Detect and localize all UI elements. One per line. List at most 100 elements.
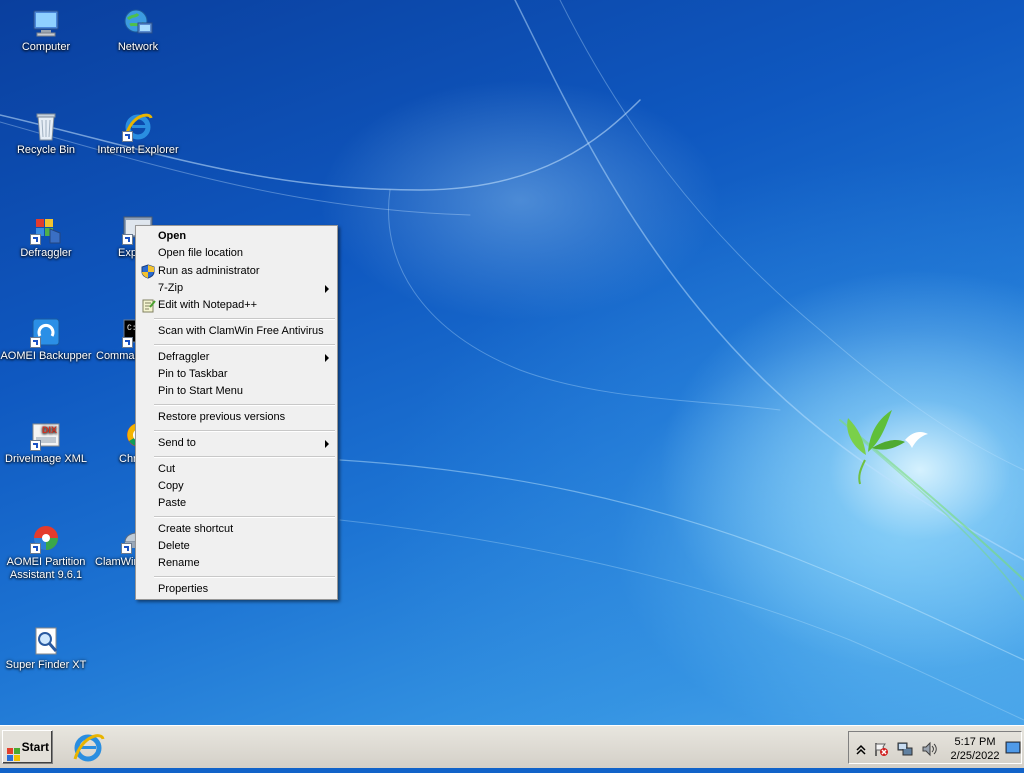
show-desktop-icon[interactable] — [1005, 740, 1021, 756]
internet-explorer-icon — [122, 110, 154, 142]
network-icon[interactable] — [897, 741, 913, 757]
menu-item-label: Pin to Start Menu — [158, 385, 243, 397]
menu-item-open-file-location[interactable]: Open file location — [138, 245, 335, 262]
menu-item-scan-clamwin[interactable]: Scan with ClamWin Free Antivirus — [138, 323, 335, 340]
icon-label: Network — [117, 41, 159, 53]
start-label: Start — [21, 740, 49, 754]
menu-item-label: Properties — [158, 583, 209, 595]
desktop-icon-driveimage-xml[interactable]: DIX DriveImage XML — [0, 419, 92, 466]
menu-item-properties[interactable]: Properties — [138, 581, 335, 598]
super-finder-icon — [30, 625, 62, 657]
internet-explorer-icon — [73, 734, 105, 762]
shortcut-arrow-icon — [30, 234, 41, 245]
menu-separator — [154, 576, 335, 578]
menu-item-create-shortcut[interactable]: Create shortcut — [138, 521, 335, 538]
menu-item-label: Cut — [158, 463, 176, 475]
action-center-flag-icon[interactable] — [873, 741, 889, 757]
icon-label: DriveImage XML — [5, 453, 87, 465]
start-button[interactable]: Start — [2, 730, 53, 764]
aomei-partition-icon — [30, 522, 62, 554]
clock-time[interactable]: 5:17 PM — [945, 736, 1005, 748]
computer-icon — [30, 7, 62, 39]
icon-label: Internet Explorer — [97, 144, 179, 156]
menu-item-label: Rename — [158, 557, 200, 569]
menu-item-cut[interactable]: Cut — [138, 461, 335, 478]
menu-separator — [154, 318, 335, 320]
icon-label: Super Finder XT — [5, 659, 87, 671]
icon-label: AOMEI Backupper — [0, 350, 92, 362]
menu-separator — [154, 456, 335, 458]
menu-item-send-to[interactable]: Send to — [138, 435, 335, 452]
menu-item-pin-to-start-menu[interactable]: Pin to Start Menu — [138, 383, 335, 400]
menu-separator — [154, 430, 335, 432]
menu-item-label: Defraggler — [158, 351, 210, 363]
menu-item-rename[interactable]: Rename — [138, 555, 335, 572]
menu-item-label: Open — [158, 230, 187, 242]
taskbar-pinned-internet-explorer[interactable] — [70, 730, 106, 764]
context-menu: Open Open file location Run as administr… — [135, 225, 338, 600]
icon-label: Computer — [21, 41, 71, 53]
desktop-icon-command-partial[interactable]: C:\ Comman — [92, 316, 153, 363]
menu-item-label: Pin to Taskbar — [158, 368, 228, 380]
menu-separator — [154, 516, 335, 518]
uac-shield-icon — [141, 264, 156, 279]
shortcut-arrow-icon — [122, 131, 133, 142]
desktop-icon-chrome-partial[interactable]: Chr — [92, 419, 151, 466]
shortcut-arrow-icon — [121, 543, 132, 554]
windows-flag-icon — [7, 741, 20, 761]
desktop-icon-aomei-backupper[interactable]: AOMEI Backupper — [0, 316, 92, 363]
system-tray: 5:17 PM 2/25/2022 — [848, 731, 1022, 764]
defraggler-icon — [30, 213, 62, 245]
leaf-bird-graphic — [847, 410, 928, 485]
desktop-icon-explorer-partial[interactable]: Exp — [92, 213, 153, 260]
desktop-icon-super-finder-xt[interactable]: Super Finder XT — [0, 625, 92, 672]
icon-label: ClamWin — [95, 556, 140, 568]
show-hidden-icons-chevron[interactable] — [853, 741, 869, 757]
menu-item-label: Send to — [158, 437, 196, 449]
desktop-icon-recycle-bin[interactable]: Recycle Bin — [0, 110, 92, 157]
svg-text:DIX: DIX — [42, 425, 57, 435]
menu-item-label: Delete — [158, 540, 190, 552]
menu-item-label: Edit with Notepad++ — [158, 299, 258, 311]
menu-item-label: Run as administrator — [158, 265, 260, 277]
icon-label: Defraggler — [20, 247, 72, 259]
driveimage-xml-icon: DIX — [30, 419, 62, 451]
desktop-icon-clamwin-partial[interactable]: ClamWin — [92, 522, 150, 569]
desktop-icon-network[interactable]: Network — [92, 7, 184, 54]
menu-separator — [154, 344, 335, 346]
volume-icon[interactable] — [921, 741, 937, 757]
shortcut-arrow-icon — [122, 337, 133, 348]
shortcut-arrow-icon — [122, 234, 133, 245]
menu-item-defraggler[interactable]: Defraggler — [138, 349, 335, 366]
menu-item-delete[interactable]: Delete — [138, 538, 335, 555]
menu-item-paste[interactable]: Paste — [138, 495, 335, 512]
shortcut-arrow-icon — [30, 337, 41, 348]
icon-label: Comman — [96, 350, 141, 362]
menu-item-edit-with-notepadpp[interactable]: Edit with Notepad++ — [138, 297, 335, 314]
clock-date[interactable]: 2/25/2022 — [945, 750, 1005, 762]
desktop-icon-computer[interactable]: Computer — [0, 7, 92, 54]
taskbar: Start 5:17 PM 2/25/2022 — [0, 725, 1024, 768]
menu-item-copy[interactable]: Copy — [138, 478, 335, 495]
menu-item-label: Restore previous versions — [158, 411, 286, 423]
submenu-arrow-icon — [325, 285, 329, 293]
menu-item-label: 7-Zip — [158, 282, 184, 294]
recycle-bin-icon — [30, 110, 62, 142]
submenu-arrow-icon — [325, 440, 329, 448]
shortcut-arrow-icon — [30, 543, 41, 554]
menu-item-label: Scan with ClamWin Free Antivirus — [158, 325, 324, 337]
menu-item-7zip[interactable]: 7-Zip — [138, 280, 335, 297]
menu-item-pin-to-taskbar[interactable]: Pin to Taskbar — [138, 366, 335, 383]
desktop-icon-internet-explorer[interactable]: Internet Explorer — [92, 110, 184, 157]
menu-item-label: Paste — [158, 497, 187, 509]
menu-item-label: Create shortcut — [158, 523, 234, 535]
icon-label: AOMEI Partition Assistant 9.6.1 — [6, 556, 86, 581]
aomei-backupper-icon — [30, 316, 62, 348]
desktop-icon-defraggler[interactable]: Defraggler — [0, 213, 92, 260]
menu-item-open[interactable]: Open — [138, 228, 335, 245]
menu-item-restore-previous-versions[interactable]: Restore previous versions — [138, 409, 335, 426]
menu-item-label: Open file location — [158, 247, 243, 259]
menu-item-run-as-administrator[interactable]: Run as administrator — [138, 263, 335, 280]
shortcut-arrow-icon — [30, 440, 41, 451]
desktop-icon-aomei-partition[interactable]: AOMEI Partition Assistant 9.6.1 — [0, 522, 92, 582]
